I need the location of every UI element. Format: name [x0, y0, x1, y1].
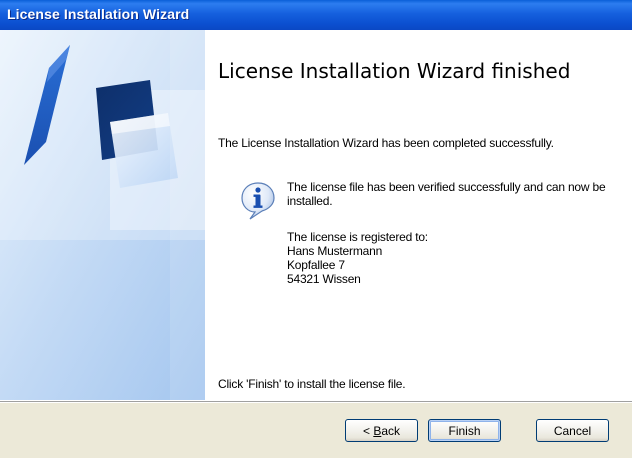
back-button-rest: ack [381, 423, 401, 438]
wizard-content: License Installation Wizard finished The… [205, 30, 632, 400]
registered-name: Hans Mustermann [287, 244, 383, 258]
page-title: License Installation Wizard finished [218, 59, 571, 83]
intro-text: The License Installation Wizard has been… [218, 136, 554, 150]
back-button-prefix: < [362, 423, 374, 438]
wizard-body: License Installation Wizard finished The… [0, 30, 632, 458]
button-bar: < Back Finish Cancel [0, 403, 632, 458]
title-bar[interactable]: License Installation Wizard [0, 0, 632, 30]
window-title: License Installation Wizard [7, 6, 190, 22]
cancel-button[interactable]: Cancel [536, 419, 609, 442]
registration-info: The license is registered to: Hans Muste… [287, 230, 617, 286]
wizard-banner-graphic [0, 30, 205, 400]
finish-button[interactable]: Finish [428, 419, 501, 442]
back-button[interactable]: < Back [345, 419, 418, 442]
finish-instruction: Click 'Finish' to install the license fi… [218, 377, 406, 391]
wizard-side-banner [0, 30, 205, 400]
registered-street: Kopfallee 7 [287, 258, 345, 272]
registered-city: 54321 Wissen [287, 272, 361, 286]
verification-message: The license file has been verified succe… [287, 180, 606, 208]
info-icon [241, 182, 275, 220]
registered-label: The license is registered to: [287, 230, 428, 244]
back-button-mnemonic: B [373, 423, 382, 438]
